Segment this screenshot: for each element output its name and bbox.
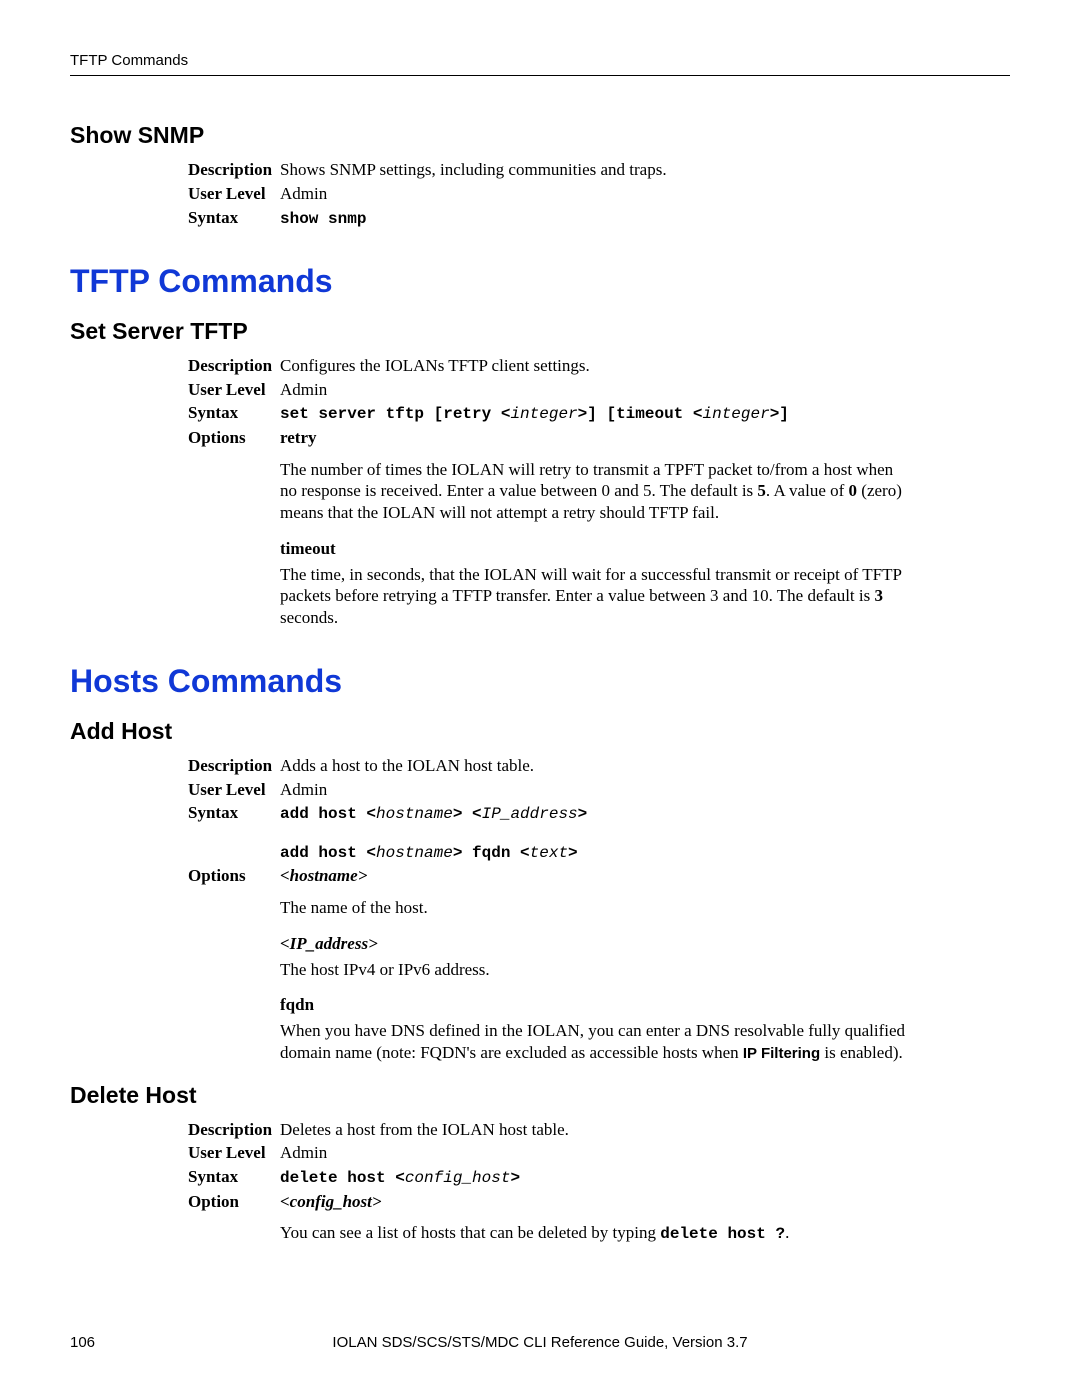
value-user-level: Admin	[280, 379, 1010, 401]
syntax-text: >] [timeout <	[578, 405, 703, 423]
syntax-text: > <	[453, 805, 482, 823]
label-option: Option	[188, 1191, 280, 1213]
heading-delete-host: Delete Host	[70, 1082, 1010, 1109]
value-description: Configures the IOLANs TFTP client settin…	[280, 355, 1010, 377]
syntax-text: add host <	[280, 805, 376, 823]
text: . A value of	[766, 481, 849, 500]
value-description: Deletes a host from the IOLAN host table…	[280, 1119, 1010, 1141]
value-syntax: show snmp	[280, 209, 1010, 229]
block-set-server-tftp: Description Configures the IOLANs TFTP c…	[188, 355, 1010, 629]
text-bold: 3	[874, 586, 883, 605]
value-syntax: set server tftp [retry <integer>] [timeo…	[280, 402, 1010, 424]
text-mono: delete host ?	[660, 1225, 785, 1243]
heading-tftp-commands: TFTP Commands	[70, 263, 1010, 300]
heading-hosts-commands: Hosts Commands	[70, 663, 1010, 700]
syntax-arg: IP_address	[482, 805, 578, 823]
text-bold: IP Filtering	[743, 1045, 820, 1062]
option-ip-desc: The host IPv4 or IPv6 address.	[280, 959, 910, 981]
option-config-host-desc: You can see a list of hosts that can be …	[280, 1222, 910, 1244]
option-retry-title: retry	[280, 427, 1010, 449]
value-syntax-1: add host <hostname> <IP_address>	[280, 802, 1010, 824]
document-page: TFTP Commands Show SNMP Description Show…	[0, 0, 1080, 1397]
option-config-host-title: <config_host>	[280, 1191, 1010, 1213]
syntax-text: >	[568, 844, 578, 862]
syntax-arg: hostname	[376, 844, 453, 862]
footer-doc-title: IOLAN SDS/SCS/STS/MDC CLI Reference Guid…	[180, 1334, 900, 1351]
label-options: Options	[188, 427, 280, 449]
label-syntax: Syntax	[188, 207, 280, 229]
syntax-text: set server tftp [retry <	[280, 405, 510, 423]
option-timeout-desc: The time, in seconds, that the IOLAN wil…	[280, 564, 910, 629]
heading-show-snmp: Show SNMP	[70, 122, 1010, 149]
label-syntax: Syntax	[188, 802, 280, 824]
value-syntax: delete host <config_host>	[280, 1166, 1010, 1188]
option-hostname-desc: The name of the host.	[280, 897, 910, 919]
text: .	[785, 1223, 789, 1242]
page-footer: 106 IOLAN SDS/SCS/STS/MDC CLI Reference …	[70, 1334, 1010, 1351]
value-user-level: Admin	[280, 779, 1010, 801]
syntax-arg: text	[530, 844, 568, 862]
syntax-text: >]	[770, 405, 789, 423]
value-user-level: Admin	[280, 183, 1010, 205]
label-syntax: Syntax	[188, 402, 280, 424]
text: seconds.	[280, 608, 338, 627]
option-fqdn-title: fqdn	[280, 994, 1010, 1016]
label-options: Options	[188, 865, 280, 887]
value-user-level: Admin	[280, 1142, 1010, 1164]
block-add-host: Description Adds a host to the IOLAN hos…	[188, 755, 1010, 1064]
syntax-text: > fqdn <	[453, 844, 530, 862]
syntax-arg: config_host	[405, 1169, 511, 1187]
option-ip-title: <IP_address>	[280, 933, 1010, 955]
label-description: Description	[188, 755, 280, 777]
syntax-arg: integer	[702, 405, 769, 423]
label-user-level: User Level	[188, 183, 280, 205]
option-hostname-title: <hostname>	[280, 865, 1010, 887]
value-syntax-2: add host <hostname> fqdn <text>	[280, 841, 1010, 863]
syntax-text: add host <	[280, 844, 376, 862]
label-user-level: User Level	[188, 779, 280, 801]
syntax-arg: integer	[510, 405, 577, 423]
syntax-text: >	[510, 1169, 520, 1187]
syntax-text: >	[578, 805, 588, 823]
syntax-arg: hostname	[376, 805, 453, 823]
label-description: Description	[188, 355, 280, 377]
label-description: Description	[188, 1119, 280, 1141]
header-rule	[70, 75, 1010, 76]
syntax-text: delete host <	[280, 1169, 405, 1187]
heading-add-host: Add Host	[70, 718, 1010, 745]
running-header: TFTP Commands	[70, 52, 1010, 69]
text-bold: 5	[757, 481, 766, 500]
label-user-level: User Level	[188, 1142, 280, 1164]
text: You can see a list of hosts that can be …	[280, 1223, 660, 1242]
option-fqdn-desc: When you have DNS defined in the IOLAN, …	[280, 1020, 910, 1064]
label-description: Description	[188, 159, 280, 181]
block-delete-host: Description Deletes a host from the IOLA…	[188, 1119, 1010, 1245]
page-number: 106	[70, 1334, 180, 1351]
text: is enabled).	[820, 1043, 903, 1062]
heading-set-server-tftp: Set Server TFTP	[70, 318, 1010, 345]
text: The time, in seconds, that the IOLAN wil…	[280, 565, 901, 606]
footer-spacer	[900, 1334, 1010, 1351]
value-description: Adds a host to the IOLAN host table.	[280, 755, 1010, 777]
text-bold: 0	[849, 481, 858, 500]
value-description: Shows SNMP settings, including communiti…	[280, 159, 1010, 181]
label-user-level: User Level	[188, 379, 280, 401]
option-timeout-title: timeout	[280, 538, 1010, 560]
option-retry-desc: The number of times the IOLAN will retry…	[280, 459, 910, 524]
block-show-snmp: Description Shows SNMP settings, includi…	[188, 159, 1010, 229]
label-syntax: Syntax	[188, 1166, 280, 1188]
